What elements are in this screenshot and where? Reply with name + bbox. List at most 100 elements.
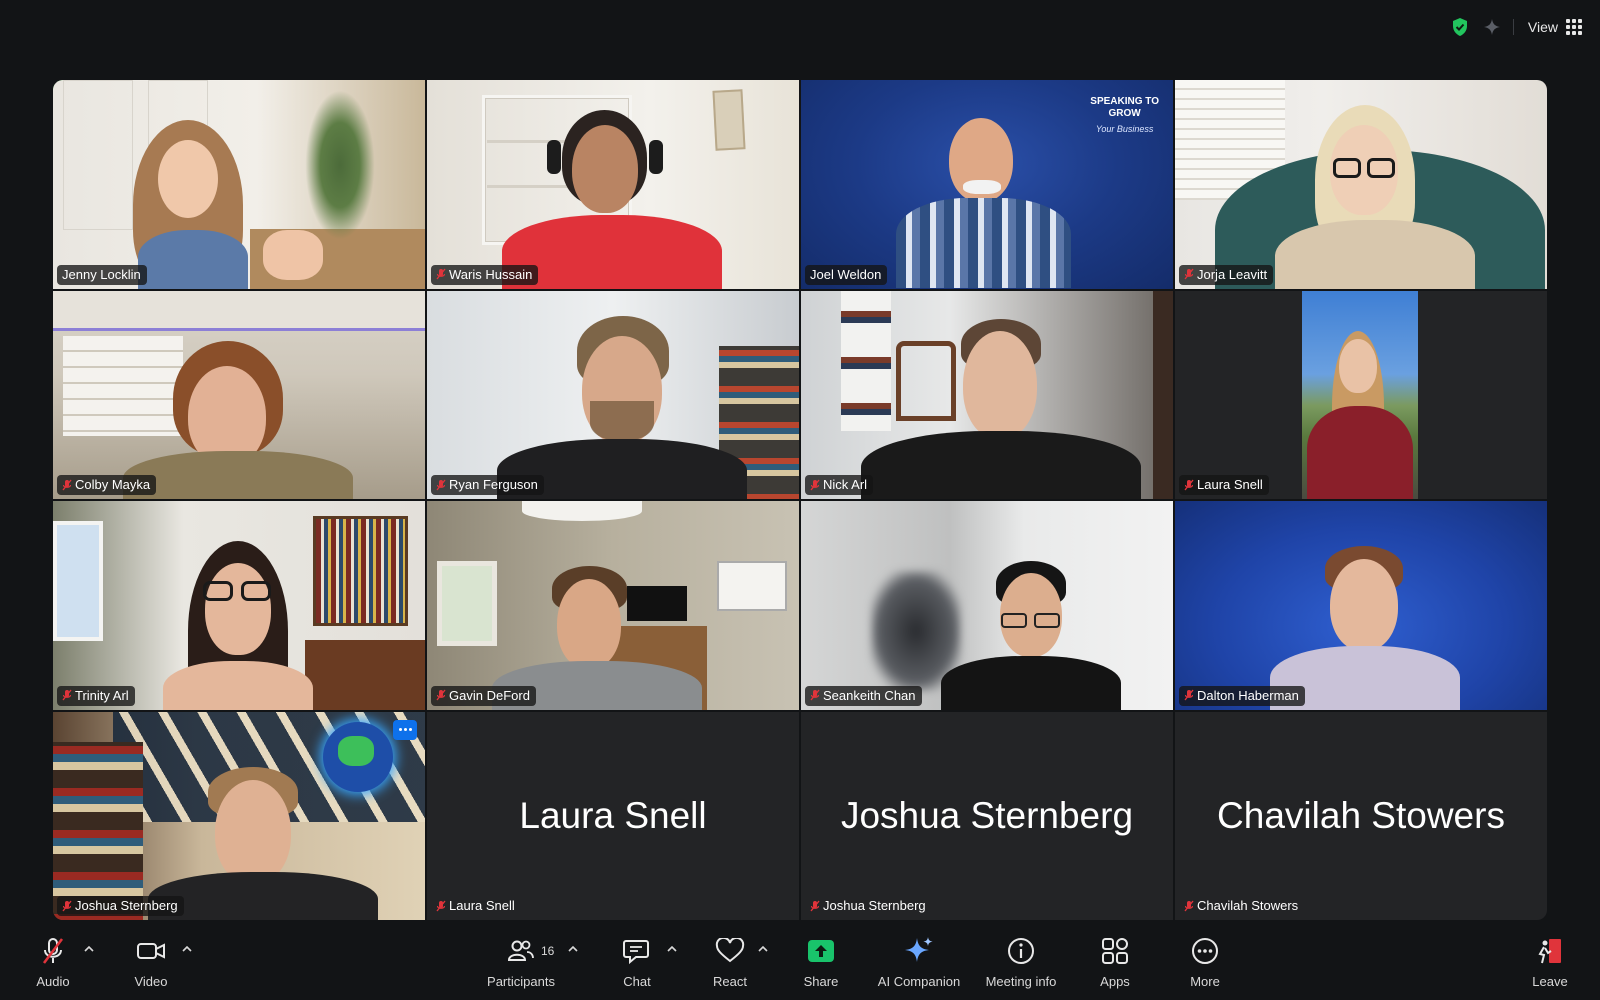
video-feed [53, 711, 425, 920]
video-tile[interactable]: Trinity Arl [53, 501, 425, 710]
participant-name: Colby Mayka [75, 477, 151, 492]
participants-options-chevron-icon[interactable] [566, 942, 580, 956]
chat-options-chevron-icon[interactable] [665, 942, 679, 956]
video-tile[interactable]: Nick Arl [801, 290, 1173, 499]
video-feed [427, 80, 799, 289]
video-feed: SPEAKING TO GROW Your Business [801, 80, 1173, 289]
muted-mic-icon [1184, 900, 1194, 912]
video-tile[interactable]: Joshua Sternberg Joshua Sternberg [801, 711, 1173, 920]
video-tile[interactable]: Ryan Ferguson [427, 290, 799, 499]
ai-companion-button[interactable]: AI Companion [874, 934, 964, 989]
leave-door-icon [1535, 934, 1565, 968]
muted-mic-icon [62, 479, 72, 491]
react-options-chevron-icon[interactable] [756, 942, 770, 956]
banner-line: GROW [1108, 108, 1141, 119]
banner-line: SPEAKING TO [1090, 96, 1159, 107]
participant-name: Jenny Locklin [62, 266, 141, 282]
video-feed [427, 501, 799, 710]
participant-name-tag: Nick Arl [805, 475, 874, 495]
muted-mic-icon [810, 900, 820, 912]
video-tile[interactable]: Jenny Locklin [53, 80, 425, 289]
participants-icon: 16 [506, 934, 554, 968]
participant-name: Seankeith Chan [823, 687, 916, 703]
share-screen-icon [806, 934, 836, 968]
participant-name: Trinity Arl [75, 687, 129, 703]
video-tile[interactable]: Colby Mayka [53, 290, 425, 499]
muted-mic-icon [1184, 268, 1194, 280]
muted-mic-icon [1184, 479, 1194, 491]
muted-mic-icon [810, 479, 820, 491]
encryption-shield-icon[interactable] [1449, 16, 1471, 38]
meeting-toolbar: Audio Video 16 Participants Chat React S… [0, 924, 1600, 1000]
more-button[interactable]: More [1160, 934, 1250, 989]
video-feed [53, 80, 425, 289]
virtual-background-banner: SPEAKING TO GROW Your Business [1090, 96, 1159, 135]
video-tile[interactable]: Gavin DeFord [427, 501, 799, 710]
video-tile[interactable]: Dalton Haberman [1175, 501, 1547, 710]
participant-name: Jorja Leavitt [1197, 266, 1268, 282]
participant-name-tag: Jorja Leavitt [1179, 264, 1274, 285]
participant-name-tag: Joel Weldon [805, 264, 888, 285]
audio-options-chevron-icon[interactable] [82, 942, 96, 956]
grid-view-icon [1566, 19, 1582, 35]
muted-microphone-icon [38, 934, 68, 968]
video-tile[interactable]: Chavilah Stowers Chavilah Stowers [1175, 711, 1547, 920]
view-button[interactable]: View [1524, 17, 1586, 37]
participant-name-tag: Jenny Locklin [57, 264, 147, 285]
video-feed [801, 501, 1173, 710]
video-tile[interactable]: Jorja Leavitt [1175, 80, 1547, 289]
video-feed [1175, 290, 1547, 499]
video-tile[interactable]: Seankeith Chan [801, 501, 1173, 710]
participant-name: Joshua Sternberg [75, 898, 178, 913]
more-options-button[interactable] [393, 719, 417, 740]
video-feed [53, 290, 425, 499]
participant-name-tag: Dalton Haberman [1179, 685, 1305, 706]
muted-mic-icon [1184, 689, 1194, 701]
participant-name-tag: Chavilah Stowers [1179, 896, 1304, 916]
participant-name-tag: Waris Hussain [431, 264, 539, 285]
video-options-chevron-icon[interactable] [180, 942, 194, 956]
video-tile[interactable]: Joshua Sternberg [53, 711, 425, 920]
participant-name-tag: Joshua Sternberg [805, 896, 932, 916]
video-tile[interactable]: Laura Snell Laura Snell [427, 711, 799, 920]
divider [1512, 19, 1514, 35]
participant-name: Chavilah Stowers [1197, 898, 1299, 913]
video-off-name: Chavilah Stowers [1217, 794, 1505, 836]
participant-name-tag: Seankeith Chan [805, 685, 922, 706]
ai-companion-label: AI Companion [877, 974, 961, 989]
participant-name-tag: Laura Snell [431, 896, 521, 916]
ai-sparkle-icon[interactable] [1481, 16, 1503, 38]
participants-label: Participants [487, 974, 555, 989]
banner-line: Your Business [1095, 124, 1154, 134]
meeting-info-button[interactable]: Meeting info [976, 934, 1066, 989]
apps-button[interactable]: Apps [1070, 934, 1160, 989]
share-button[interactable]: Share [776, 934, 866, 989]
info-icon [1006, 934, 1036, 968]
participant-name: Gavin DeFord [449, 687, 530, 703]
video-tile[interactable]: Laura Snell [1175, 290, 1547, 499]
ai-companion-sparkle-icon [903, 934, 935, 968]
chat-label: Chat [623, 974, 651, 989]
chat-bubble-icon [622, 934, 652, 968]
audio-label: Audio [36, 974, 70, 989]
apps-icon [1100, 934, 1130, 968]
muted-mic-icon [436, 268, 446, 280]
participant-name: Laura Snell [1197, 477, 1263, 492]
participant-name: Waris Hussain [449, 266, 533, 282]
participant-name-tag: Trinity Arl [57, 685, 135, 706]
participant-name: Laura Snell [449, 898, 515, 913]
participant-name-tag: Laura Snell [1179, 475, 1269, 495]
video-tile[interactable]: Waris Hussain [427, 80, 799, 289]
video-feed [427, 290, 799, 499]
leave-button[interactable]: Leave [1505, 934, 1595, 989]
video-camera-icon [136, 934, 166, 968]
meeting-window: View Jenny Locklin Waris Hussain SPEAKIN… [0, 0, 1600, 1000]
muted-mic-icon [62, 689, 72, 701]
muted-mic-icon [436, 900, 446, 912]
video-tile[interactable]: SPEAKING TO GROW Your Business Joel Weld… [801, 80, 1173, 289]
participants-button[interactable]: 16 Participants [476, 934, 566, 989]
participant-name-tag: Ryan Ferguson [431, 475, 544, 495]
leave-label: Leave [1532, 974, 1568, 989]
apps-label: Apps [1100, 974, 1130, 989]
top-bar: View [1449, 14, 1586, 40]
